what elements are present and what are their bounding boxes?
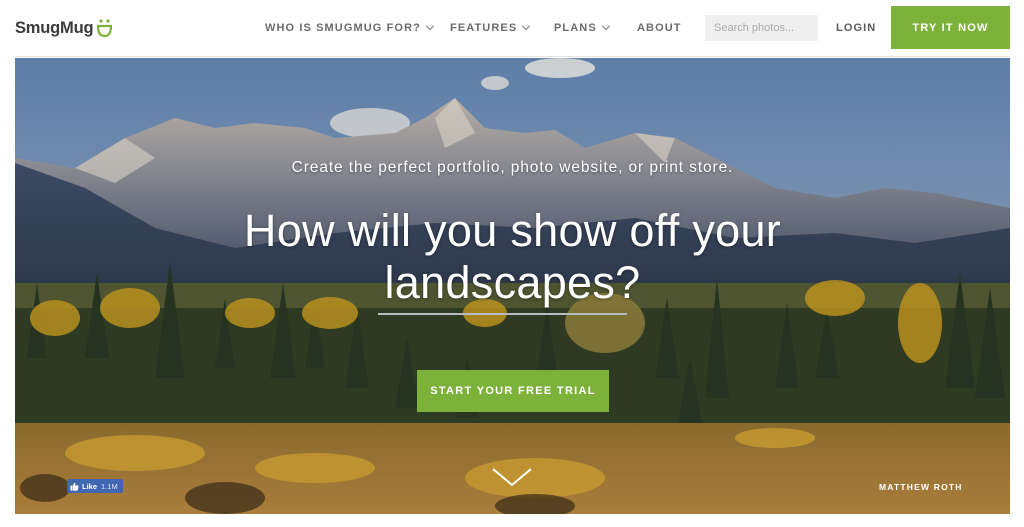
nav-label: WHO IS SMUGMUG FOR?: [265, 22, 421, 34]
nav-label: ABOUT: [637, 22, 682, 34]
nav-features[interactable]: FEATURES: [450, 21, 531, 34]
like-count: 1.1M: [101, 481, 118, 491]
search-input[interactable]: [705, 15, 818, 41]
login-link[interactable]: LOGIN: [836, 22, 876, 34]
facebook-like-button[interactable]: Like 1.1M: [67, 479, 123, 493]
nav-label: FEATURES: [450, 22, 518, 34]
nav-label: PLANS: [554, 22, 597, 34]
smiley-face-icon: [97, 19, 113, 38]
chevron-down-icon: [522, 21, 531, 31]
nav-plans[interactable]: PLANS: [554, 21, 611, 34]
chevron-down-icon: [601, 21, 611, 31]
photo-credit: MATTHEW ROTH: [879, 482, 963, 492]
logo-text: SmugMug: [15, 18, 94, 37]
chevron-down-icon: [425, 21, 435, 31]
start-free-trial-button[interactable]: START YOUR FREE TRIAL: [417, 370, 609, 412]
like-label: Like: [82, 481, 98, 491]
headline-underline: [378, 313, 627, 315]
hero-subtitle: Create the perfect portfolio, photo webs…: [291, 159, 734, 176]
chevron-down-icon[interactable]: [491, 466, 533, 488]
headline-line-1: How will you show off your: [243, 205, 782, 256]
header-divider: [15, 56, 1010, 57]
thumbs-up-icon: [70, 482, 79, 491]
try-it-now-button[interactable]: TRY IT NOW: [891, 6, 1010, 49]
headline-line-2: landscapes?: [384, 257, 641, 308]
hero-headline: How will you show off your landscapes?: [15, 205, 1010, 309]
hero-banner: Create the perfect portfolio, photo webs…: [15, 58, 1010, 514]
nav-who-is-smugmug-for[interactable]: WHO IS SMUGMUG FOR?: [265, 21, 435, 34]
nav-about[interactable]: ABOUT: [637, 22, 682, 34]
smugmug-logo[interactable]: SmugMug: [15, 16, 113, 40]
site-header: SmugMug WHO IS SMUGMUG FOR? FEATURES PLA…: [0, 0, 1024, 57]
